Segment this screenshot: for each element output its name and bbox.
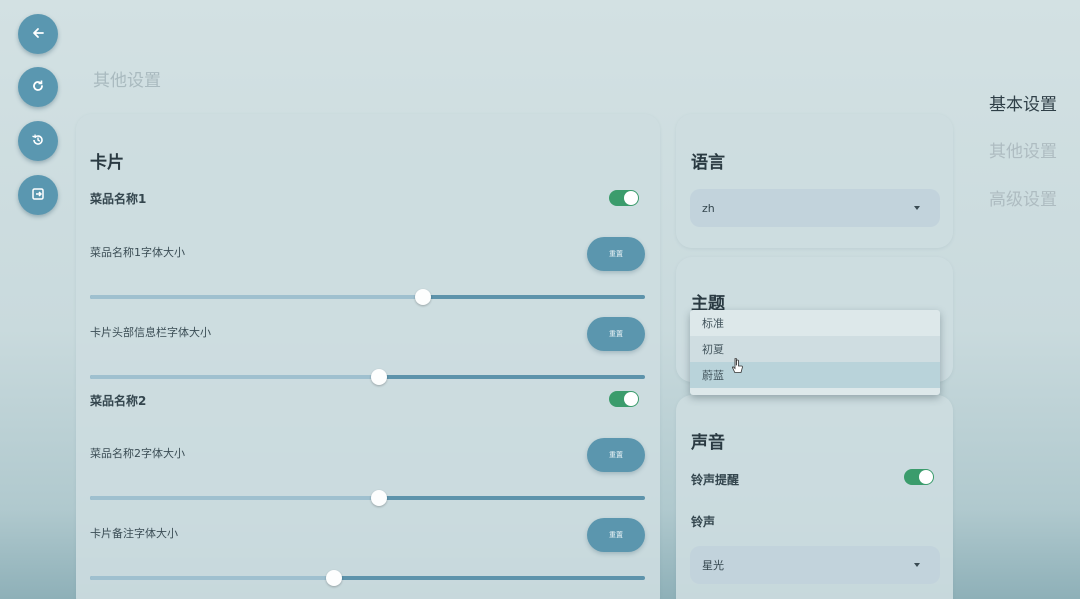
language-select-value: zh bbox=[702, 201, 715, 215]
dish-name-2-font-size-label: 菜品名称2字体大小 bbox=[90, 447, 185, 460]
sound-title: 声音 bbox=[691, 433, 725, 453]
card-section-title: 卡片 bbox=[90, 153, 124, 173]
page-title: 其他设置 bbox=[93, 71, 161, 91]
card-settings-panel: 卡片 菜品名称1 菜品名称1字体大小 重置 卡片头部信息栏字体大小 重置 菜品名… bbox=[76, 114, 660, 599]
slider-thumb[interactable] bbox=[370, 490, 387, 506]
card-note-font-size-label: 卡片备注字体大小 bbox=[90, 527, 178, 540]
back-button[interactable] bbox=[18, 14, 58, 54]
theme-option-early-summer[interactable]: 初夏 bbox=[690, 336, 940, 362]
dish-name-2-font-size-slider[interactable] bbox=[90, 490, 645, 506]
theme-option-azure[interactable]: 蔚蓝 bbox=[690, 362, 940, 388]
ringtone-alert-label: 铃声提醒 bbox=[691, 473, 740, 487]
ringtone-select-value: 星光 bbox=[702, 559, 724, 572]
refresh-icon bbox=[31, 78, 45, 97]
dish-name-1-font-size-slider[interactable] bbox=[90, 289, 645, 305]
theme-option-standard[interactable]: 标准 bbox=[690, 310, 940, 336]
language-title: 语言 bbox=[691, 153, 725, 173]
nav-basic-settings[interactable]: 基本设置 bbox=[989, 90, 1057, 115]
slider-thumb[interactable] bbox=[326, 570, 343, 586]
card-note-font-size-slider[interactable] bbox=[90, 570, 645, 586]
reset-button[interactable]: 重置 bbox=[587, 518, 645, 552]
dropdown-caret-icon bbox=[914, 563, 920, 567]
dish-name-1-font-size-label: 菜品名称1字体大小 bbox=[90, 246, 185, 259]
arrow-left-icon bbox=[31, 25, 45, 44]
slider-thumb[interactable] bbox=[415, 289, 431, 305]
dish-name-1-toggle[interactable] bbox=[609, 190, 639, 206]
dish-name-2-toggle[interactable] bbox=[609, 391, 639, 407]
card-header-font-size-label: 卡片头部信息栏字体大小 bbox=[90, 326, 211, 339]
nav-other-settings[interactable]: 其他设置 bbox=[989, 137, 1057, 162]
exit-icon bbox=[31, 186, 45, 205]
mouse-pointer-icon bbox=[732, 357, 744, 378]
nav-advanced-settings[interactable]: 高级设置 bbox=[989, 185, 1057, 210]
refresh-button[interactable] bbox=[18, 67, 58, 107]
sound-panel: 声音 铃声提醒 铃声 星光 bbox=[676, 395, 953, 599]
reset-button[interactable]: 重置 bbox=[587, 237, 645, 271]
exit-button[interactable] bbox=[18, 175, 58, 215]
slider-thumb[interactable] bbox=[370, 369, 387, 385]
card-header-font-size-slider[interactable] bbox=[90, 369, 645, 385]
dropdown-caret-icon bbox=[914, 206, 920, 210]
language-panel: 语言 zh bbox=[676, 114, 953, 248]
ringtone-label: 铃声 bbox=[691, 515, 716, 529]
dish-name-2-label: 菜品名称2 bbox=[90, 394, 147, 408]
ringtone-alert-toggle[interactable] bbox=[904, 469, 934, 485]
reset-button[interactable]: 重置 bbox=[587, 317, 645, 351]
history-button[interactable] bbox=[18, 121, 58, 161]
ringtone-select[interactable]: 星光 bbox=[690, 546, 940, 584]
language-select[interactable]: zh bbox=[690, 189, 940, 227]
history-icon bbox=[31, 132, 45, 151]
dish-name-1-label: 菜品名称1 bbox=[90, 192, 147, 206]
theme-dropdown-menu: 标准 初夏 蔚蓝 bbox=[690, 310, 940, 395]
reset-button[interactable]: 重置 bbox=[587, 438, 645, 472]
